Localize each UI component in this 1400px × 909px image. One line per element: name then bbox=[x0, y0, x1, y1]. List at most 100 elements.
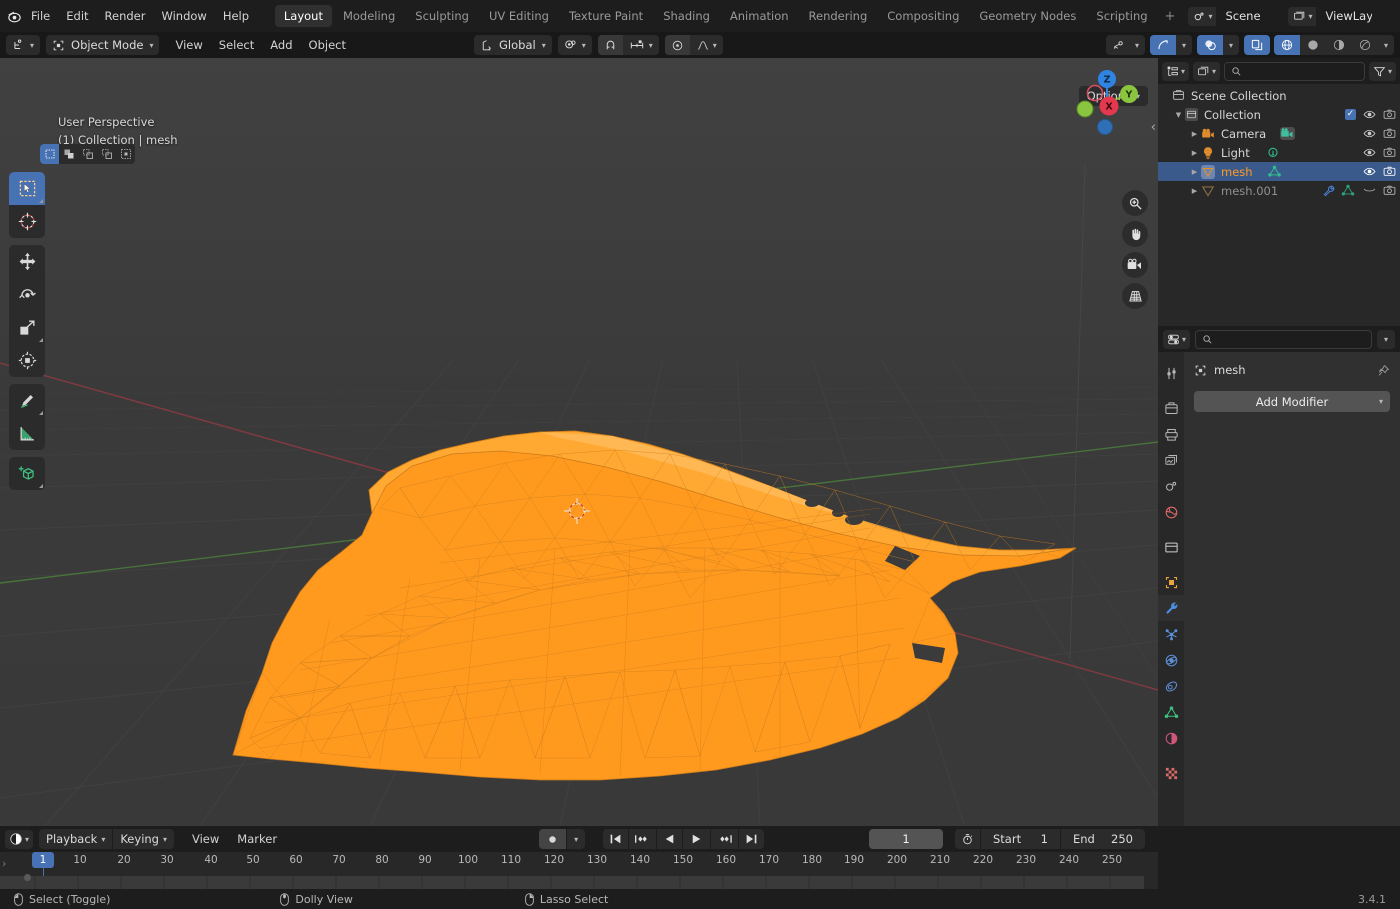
use-preview-range-icon[interactable] bbox=[955, 829, 981, 849]
viewport-nav-buttons[interactable] bbox=[1122, 190, 1148, 309]
timeline-menu-playback[interactable]: Playback ▾ bbox=[39, 829, 114, 849]
properties-tab-particles[interactable] bbox=[1158, 621, 1184, 647]
expander-down-icon[interactable]: ▼ bbox=[1172, 111, 1185, 119]
properties-tab-modifier[interactable] bbox=[1158, 595, 1184, 621]
scene-name[interactable]: Scene bbox=[1217, 6, 1283, 26]
circle-select-button[interactable] bbox=[78, 144, 97, 164]
viewport-toolbar[interactable] bbox=[9, 172, 45, 497]
workspace-tab-geometry-nodes[interactable]: Geometry Nodes bbox=[970, 5, 1085, 27]
eye-icon[interactable] bbox=[1363, 165, 1376, 178]
workspace-tab-layout[interactable]: Layout bbox=[274, 5, 332, 27]
timeline-expand-arrow[interactable]: › bbox=[2, 857, 6, 870]
timeline-editor[interactable]: ▾ Playback ▾ Keying ▾ View Marker ▾ 1 St… bbox=[0, 826, 1158, 909]
snap-magnet-icon[interactable] bbox=[597, 35, 623, 55]
eye-closed-icon[interactable] bbox=[1363, 186, 1376, 195]
rotate-tool-icon[interactable] bbox=[9, 278, 45, 311]
select-mode-buttons[interactable] bbox=[40, 144, 135, 164]
proportional-edit-group[interactable]: ▾ bbox=[664, 35, 723, 55]
viewport-menu-object[interactable]: Object bbox=[301, 35, 354, 55]
outliner-row-collection[interactable]: ▼ Collection ✓ bbox=[1158, 105, 1400, 124]
properties-tab-view-layer[interactable] bbox=[1158, 447, 1184, 473]
workspace-tab-compositing[interactable]: Compositing bbox=[878, 5, 968, 27]
overlays-icon[interactable] bbox=[1196, 35, 1223, 55]
camera-render-icon[interactable] bbox=[1383, 165, 1396, 178]
transform-tool-icon[interactable] bbox=[9, 344, 45, 377]
gizmo-dropdown[interactable]: ▾ bbox=[1175, 35, 1192, 55]
viewlayer-selector[interactable]: ▾ ViewLayer ✕ bbox=[1288, 6, 1372, 26]
eye-icon[interactable] bbox=[1363, 146, 1376, 159]
outliner-row-mesh-001[interactable]: ▶ mesh.001 bbox=[1158, 181, 1400, 200]
add-cube-tool-icon[interactable] bbox=[9, 457, 45, 490]
transport-controls[interactable] bbox=[603, 829, 765, 849]
editor-type-3dview-icon[interactable]: ▾ bbox=[6, 35, 41, 55]
outliner-row-camera[interactable]: ▶ Camera bbox=[1158, 124, 1400, 143]
tweak-tool-icon[interactable] bbox=[9, 172, 45, 205]
mesh-data-icon[interactable] bbox=[1341, 184, 1355, 198]
sidebar-collapse-arrow[interactable]: ‹ bbox=[1151, 120, 1156, 135]
expander-right-icon[interactable]: ▶ bbox=[1188, 187, 1201, 195]
properties-tab-rail[interactable] bbox=[1158, 352, 1184, 826]
jump-to-end-icon[interactable] bbox=[739, 829, 765, 849]
outliner-editor[interactable]: ▾ ▾ ▾ Scene Collection ▼ Collection ✓ ▶ … bbox=[1158, 58, 1400, 326]
jump-to-start-icon[interactable] bbox=[603, 829, 630, 849]
camera-render-icon[interactable] bbox=[1383, 127, 1396, 140]
timeline-menu-keying[interactable]: Keying ▾ bbox=[113, 829, 174, 849]
collection-enable-checkbox[interactable]: ✓ bbox=[1345, 109, 1356, 120]
timeline-menu-marker[interactable]: Marker bbox=[229, 829, 285, 849]
snapping-group[interactable]: ▾ bbox=[597, 35, 659, 55]
menu-file[interactable]: File bbox=[23, 6, 58, 26]
timeline-menu-view[interactable]: View bbox=[184, 829, 227, 849]
camera-data-icon[interactable] bbox=[1280, 127, 1296, 140]
outliner-row-light[interactable]: ▶ Light bbox=[1158, 143, 1400, 162]
workspace-tab-uv-editing[interactable]: UV Editing bbox=[480, 5, 558, 27]
properties-tab-constraints[interactable] bbox=[1158, 673, 1184, 699]
timeline-menu-group[interactable]: Playback ▾ Keying ▾ bbox=[39, 829, 174, 849]
cursor-tool-icon[interactable] bbox=[9, 205, 45, 238]
pin-icon[interactable] bbox=[1377, 364, 1390, 377]
properties-tab-physics[interactable] bbox=[1158, 647, 1184, 673]
properties-editor-icon[interactable]: ▾ bbox=[1163, 329, 1191, 349]
current-frame-field[interactable]: 1 bbox=[869, 829, 943, 849]
blender-logo-icon[interactable] bbox=[6, 3, 23, 29]
pivot-point-icon[interactable]: ▾ bbox=[557, 35, 592, 55]
filter-funnel-icon[interactable]: ▾ bbox=[1368, 61, 1396, 81]
mesh-data-icon[interactable] bbox=[1267, 165, 1282, 179]
properties-tab-world[interactable] bbox=[1158, 499, 1184, 525]
object-visibility-icon[interactable]: ▾ bbox=[1105, 35, 1145, 55]
menu-window[interactable]: Window bbox=[153, 6, 214, 26]
frame-range-group[interactable]: Start 1 End 250 bbox=[955, 829, 1145, 849]
filter-id-icon[interactable]: ▾ bbox=[1193, 61, 1221, 81]
camera-render-icon[interactable] bbox=[1383, 184, 1396, 197]
outliner-tree[interactable]: Scene Collection ▼ Collection ✓ ▶ Camera… bbox=[1158, 84, 1400, 200]
properties-tab-object[interactable] bbox=[1158, 569, 1184, 595]
toggle-perspective-icon[interactable] bbox=[1122, 283, 1148, 309]
rendered-shading-button[interactable] bbox=[1351, 35, 1378, 55]
play-icon[interactable] bbox=[683, 829, 712, 849]
3d-viewport[interactable]: User Perspective (1) Collection | mesh O… bbox=[0, 58, 1158, 826]
workspace-tab-scripting[interactable]: Scripting bbox=[1087, 5, 1156, 27]
move-tool-icon[interactable] bbox=[9, 245, 45, 278]
annotate-tool-icon[interactable] bbox=[9, 384, 45, 417]
proportional-edit-icon[interactable] bbox=[664, 35, 690, 55]
properties-editor[interactable]: ▾ ▾ mesh Add Modifier ▾ bbox=[1158, 326, 1400, 826]
navigation-gizmo[interactable]: Z Y X bbox=[1072, 68, 1142, 138]
properties-tab-texture[interactable] bbox=[1158, 760, 1184, 786]
outliner-row-mesh[interactable]: ▶ mesh bbox=[1158, 162, 1400, 181]
camera-render-icon[interactable] bbox=[1383, 108, 1396, 121]
properties-tab-scene[interactable] bbox=[1158, 473, 1184, 499]
lasso-select-button[interactable] bbox=[97, 144, 116, 164]
tweak-select-button[interactable] bbox=[40, 144, 59, 164]
wrench-icon[interactable] bbox=[1322, 184, 1336, 198]
expander-right-icon[interactable]: ▶ bbox=[1188, 168, 1201, 176]
record-keyframe-icon[interactable] bbox=[539, 829, 568, 849]
falloff-curve-icon[interactable]: ▾ bbox=[689, 35, 723, 55]
end-frame-field[interactable]: End 250 bbox=[1061, 829, 1145, 849]
add-workspace-button[interactable]: + bbox=[1158, 9, 1183, 24]
scene-selector[interactable]: ▾ Scene ✕ bbox=[1188, 6, 1283, 26]
add-modifier-button[interactable]: Add Modifier ▾ bbox=[1194, 391, 1390, 412]
viewport-menu-add[interactable]: Add bbox=[262, 35, 300, 55]
object-mode-dropdown[interactable]: Object Mode ▾ bbox=[46, 35, 160, 55]
outliner-row-scene-collection[interactable]: Scene Collection bbox=[1158, 86, 1400, 105]
transform-orientation-dropdown[interactable]: Global ▾ bbox=[474, 35, 552, 55]
expander-right-icon[interactable]: ▶ bbox=[1188, 130, 1201, 138]
